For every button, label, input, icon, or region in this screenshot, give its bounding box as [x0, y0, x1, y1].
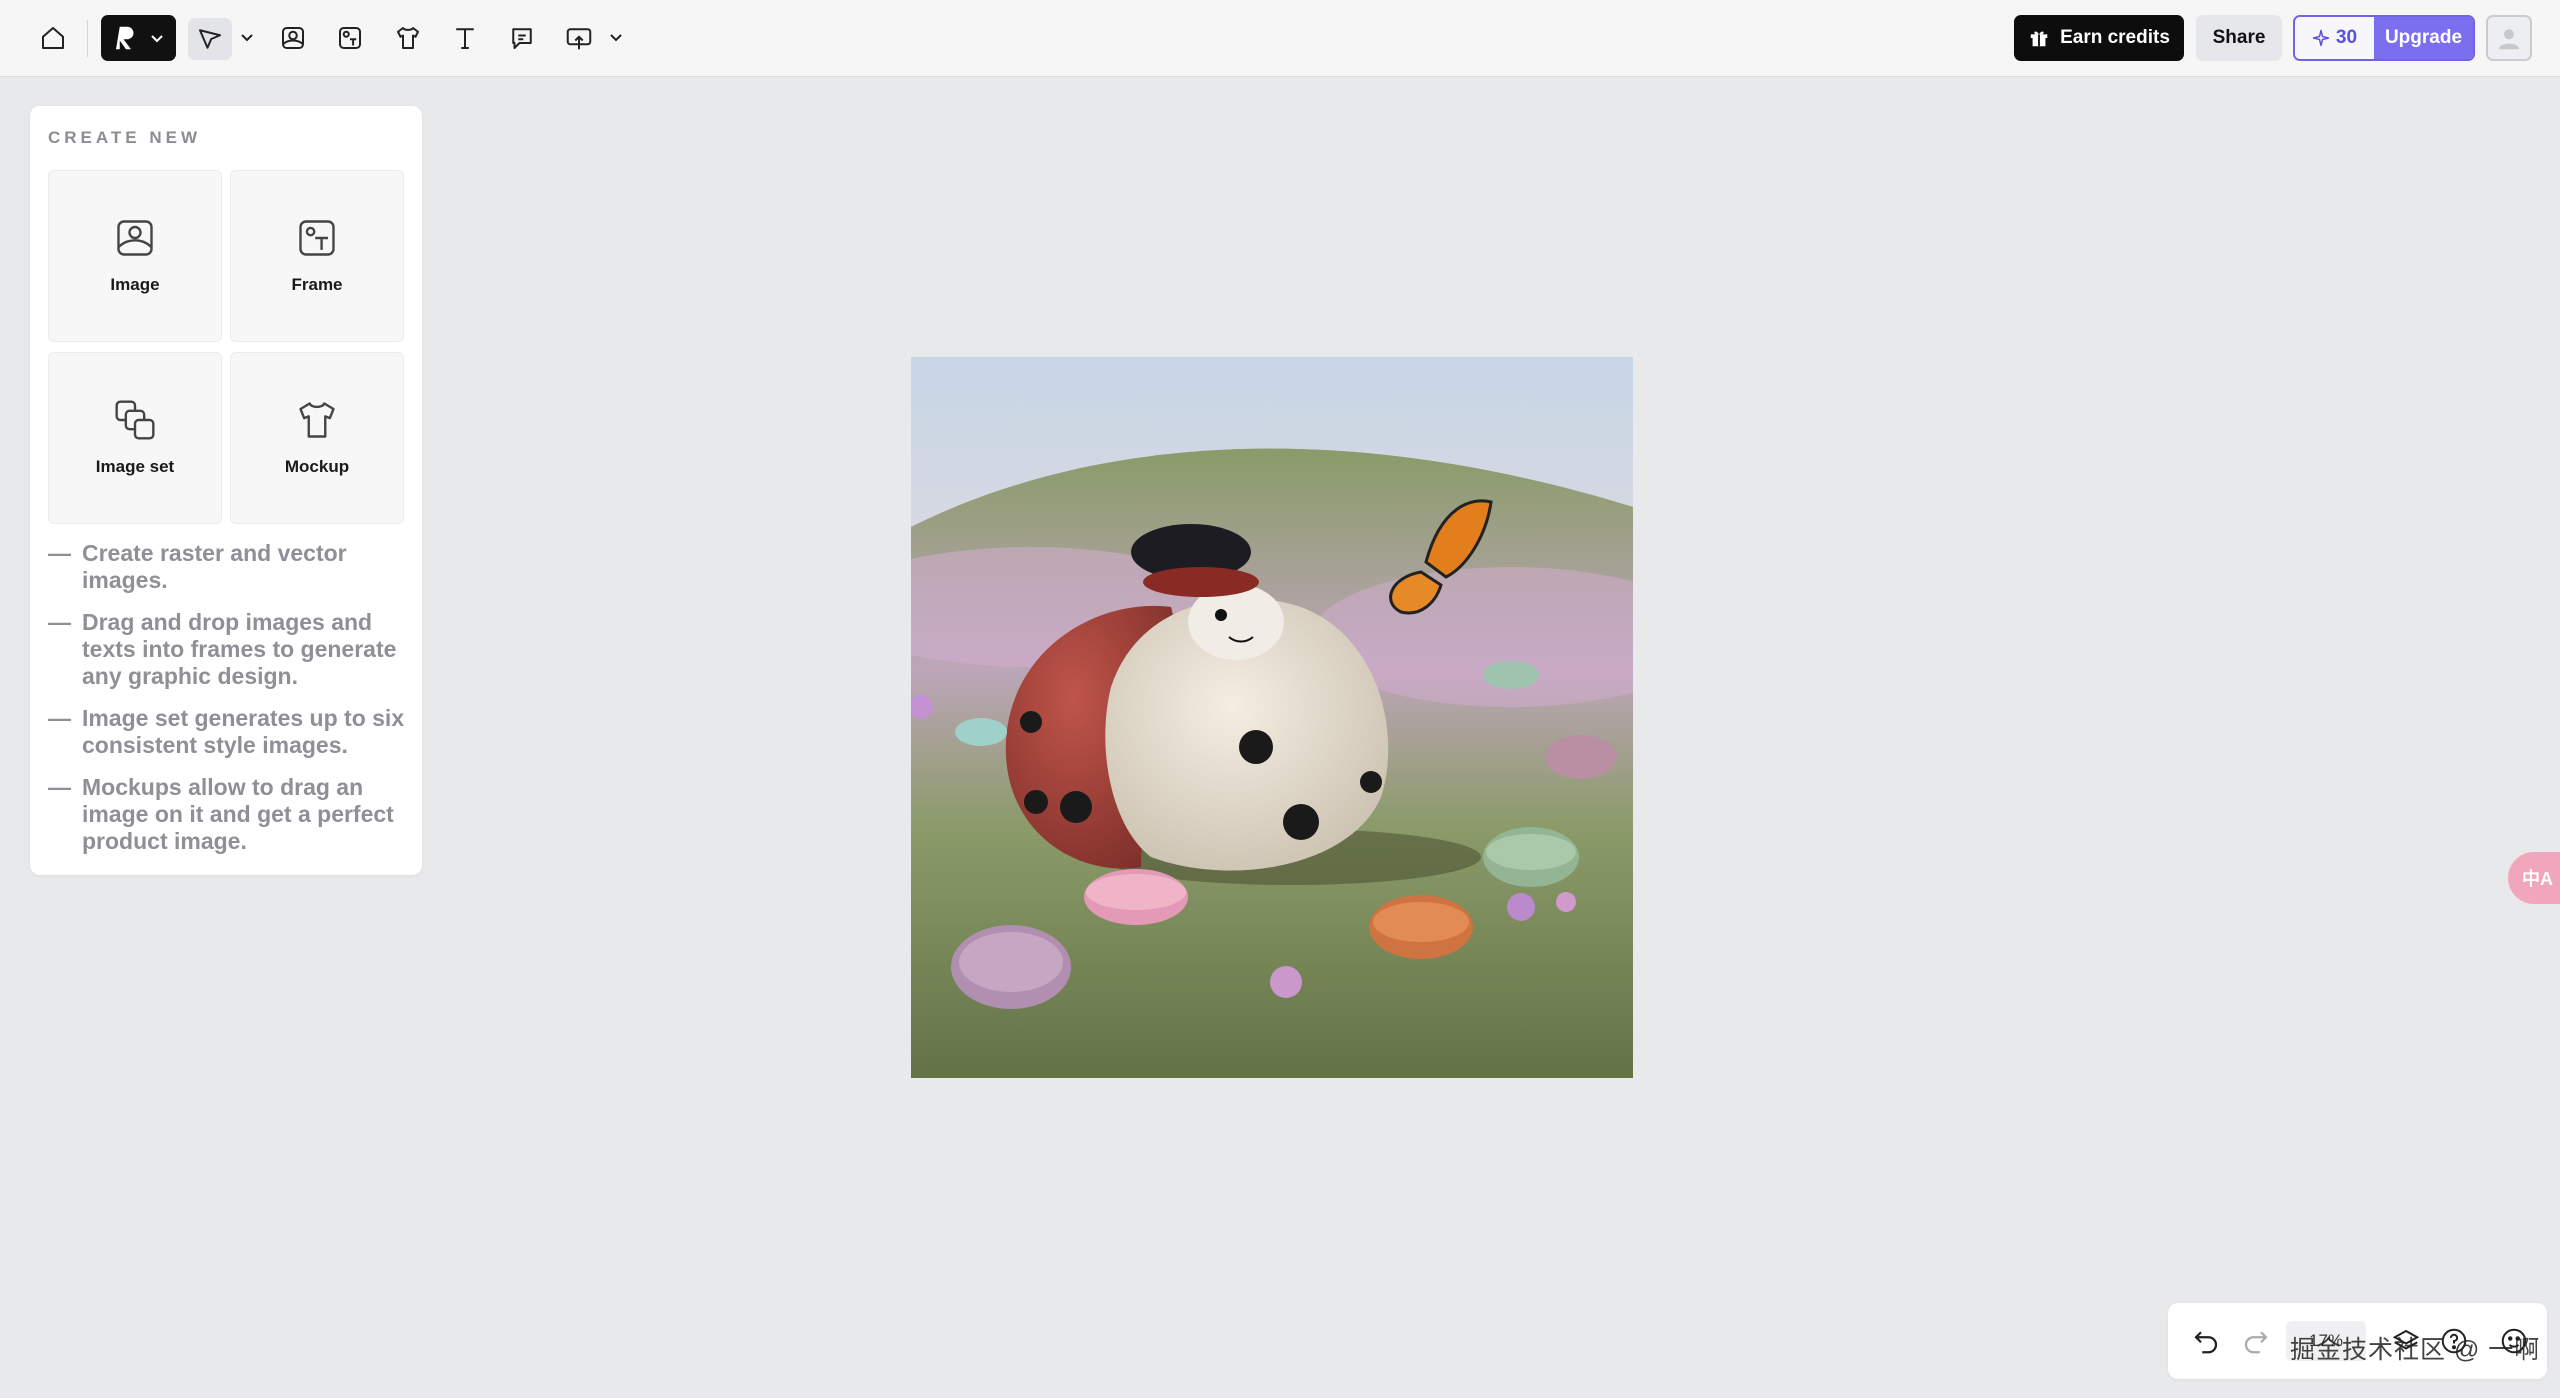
upload-dropdown[interactable] — [607, 28, 625, 46]
redo-icon[interactable] — [2240, 1325, 2272, 1357]
create-image-set-tile[interactable]: Image set — [48, 352, 222, 524]
tile-label: Image — [110, 275, 160, 294]
chevron-down-icon — [610, 34, 622, 42]
home-icon[interactable] — [33, 18, 73, 58]
tip-text: Create raster and vector images. — [82, 540, 347, 593]
frame-tool-icon[interactable] — [330, 18, 370, 58]
translate-bubble[interactable]: 中A — [2508, 852, 2560, 904]
chevron-down-icon — [241, 34, 253, 42]
credits-upgrade-group: 30 Upgrade — [2293, 15, 2475, 61]
credits-counter[interactable]: 30 — [2295, 17, 2374, 59]
text-tool-icon[interactable] — [445, 18, 485, 58]
earn-credits-button[interactable]: Earn credits — [2014, 15, 2184, 61]
watermark-text: 掘金技术社区 @ 一啊 — [2290, 1336, 2541, 1364]
tile-label: Frame — [291, 275, 343, 294]
panel-title: CREATE NEW — [48, 128, 202, 147]
image-icon — [113, 216, 157, 260]
select-tool-dropdown[interactable] — [238, 28, 256, 46]
tip-item: — Create raster and vector images. — [48, 540, 347, 593]
sparkle-icon — [2312, 29, 2330, 47]
create-mockup-tile[interactable]: Mockup — [230, 352, 404, 524]
frame-icon — [295, 216, 339, 260]
tip-item: — Mockups allow to drag an image on it an… — [48, 774, 394, 854]
share-button[interactable]: Share — [2196, 15, 2282, 61]
create-image-tile[interactable]: Image — [48, 170, 222, 342]
brand-logo-icon — [116, 26, 134, 50]
tile-label: Mockup — [284, 457, 350, 476]
tshirt-icon — [295, 398, 339, 442]
undo-icon[interactable] — [2190, 1325, 2222, 1357]
create-new-panel: CREATE NEW Image Frame Image set Mockup … — [30, 106, 422, 875]
image-tool-icon[interactable] — [273, 18, 313, 58]
tips-list: — Create raster and vector images. — Drag … — [48, 540, 410, 870]
gift-icon — [2030, 31, 2048, 47]
user-icon — [2499, 29, 2519, 50]
upload-tool-icon[interactable] — [559, 18, 599, 58]
tip-text: Drag and drop images and texts into fram… — [82, 609, 397, 689]
mockup-tool-icon[interactable] — [388, 18, 428, 58]
tip-item: — Image set generates up to six consisten… — [48, 705, 405, 758]
tip-item: — Drag and drop images and texts into fra… — [48, 609, 397, 689]
tip-text: Image set generates up to six consistent… — [82, 705, 405, 758]
avatar[interactable] — [2486, 15, 2532, 61]
upgrade-button[interactable]: Upgrade — [2374, 17, 2473, 59]
image-set-icon — [113, 398, 157, 442]
chevron-down-icon — [151, 35, 163, 43]
comment-tool-icon[interactable] — [502, 18, 542, 58]
credits-count: 30 — [2335, 27, 2358, 48]
select-tool-icon — [199, 29, 221, 49]
earn-credits-label: Earn credits — [2060, 27, 2170, 48]
tile-label: Image set — [95, 457, 175, 476]
brand-menu-button[interactable] — [101, 15, 176, 61]
tip-text: Mockups allow to drag an image on it and… — [82, 774, 394, 854]
select-tool-button[interactable] — [188, 18, 232, 60]
create-frame-tile[interactable]: Frame — [230, 170, 404, 342]
canvas-generated-image[interactable] — [911, 357, 1633, 1078]
top-toolbar: Earn credits Share 30 Upgrade — [0, 0, 2560, 77]
toolbar-divider — [87, 20, 88, 57]
